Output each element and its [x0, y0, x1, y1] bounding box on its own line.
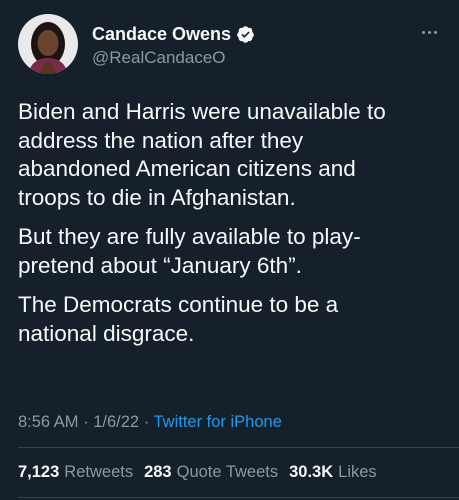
likes-count: 30.3K	[289, 463, 334, 481]
author-handle[interactable]: @RealCandaceO	[92, 48, 255, 68]
tweet-paragraph: Biden and Harris were unavailable to add…	[18, 99, 386, 210]
divider	[18, 447, 459, 448]
name-row: Candace Owens	[92, 23, 255, 45]
tweet-time[interactable]: 8:56 AM	[18, 413, 79, 431]
retweets-label: Retweets	[64, 463, 134, 481]
display-name[interactable]: Candace Owens	[92, 24, 231, 45]
tweet-date[interactable]: 1/6/22	[93, 413, 139, 431]
quote-tweets-label: Quote Tweets	[176, 463, 279, 481]
retweets-count: 7,123	[18, 463, 60, 481]
likes-label: Likes	[338, 463, 377, 481]
tweet-meta: 8:56 AM · 1/6/22 · Twitter for iPhone	[18, 413, 282, 432]
tweet-header: Candace Owens @RealCandaceO	[18, 14, 441, 76]
tweet-paragraph: The Democrats continue to be a national …	[18, 292, 339, 346]
meta-separator: ·	[83, 413, 89, 431]
tweet-stats: 7,123 Retweets 283 Quote Tweets 30.3K Li…	[18, 463, 388, 482]
tweet-source-link[interactable]: Twitter for iPhone	[154, 413, 282, 431]
divider	[18, 497, 459, 498]
avatar[interactable]	[18, 14, 78, 74]
quote-tweets-stat[interactable]: 283 Quote Tweets	[144, 463, 278, 482]
likes-stat[interactable]: 30.3K Likes	[289, 463, 377, 482]
more-options-icon[interactable]	[417, 24, 441, 40]
tweet-text: Biden and Harris were unavailable to add…	[18, 98, 443, 359]
quote-tweets-count: 283	[144, 463, 172, 481]
tweet-paragraph: But they are fully available to play- pr…	[18, 224, 361, 278]
retweets-stat[interactable]: 7,123 Retweets	[18, 463, 133, 482]
verified-badge-icon	[236, 25, 255, 44]
author-info: Candace Owens @RealCandaceO	[92, 23, 255, 68]
tweet-card: Candace Owens @RealCandaceO Biden and Ha…	[0, 0, 459, 500]
meta-separator: ·	[143, 413, 150, 431]
